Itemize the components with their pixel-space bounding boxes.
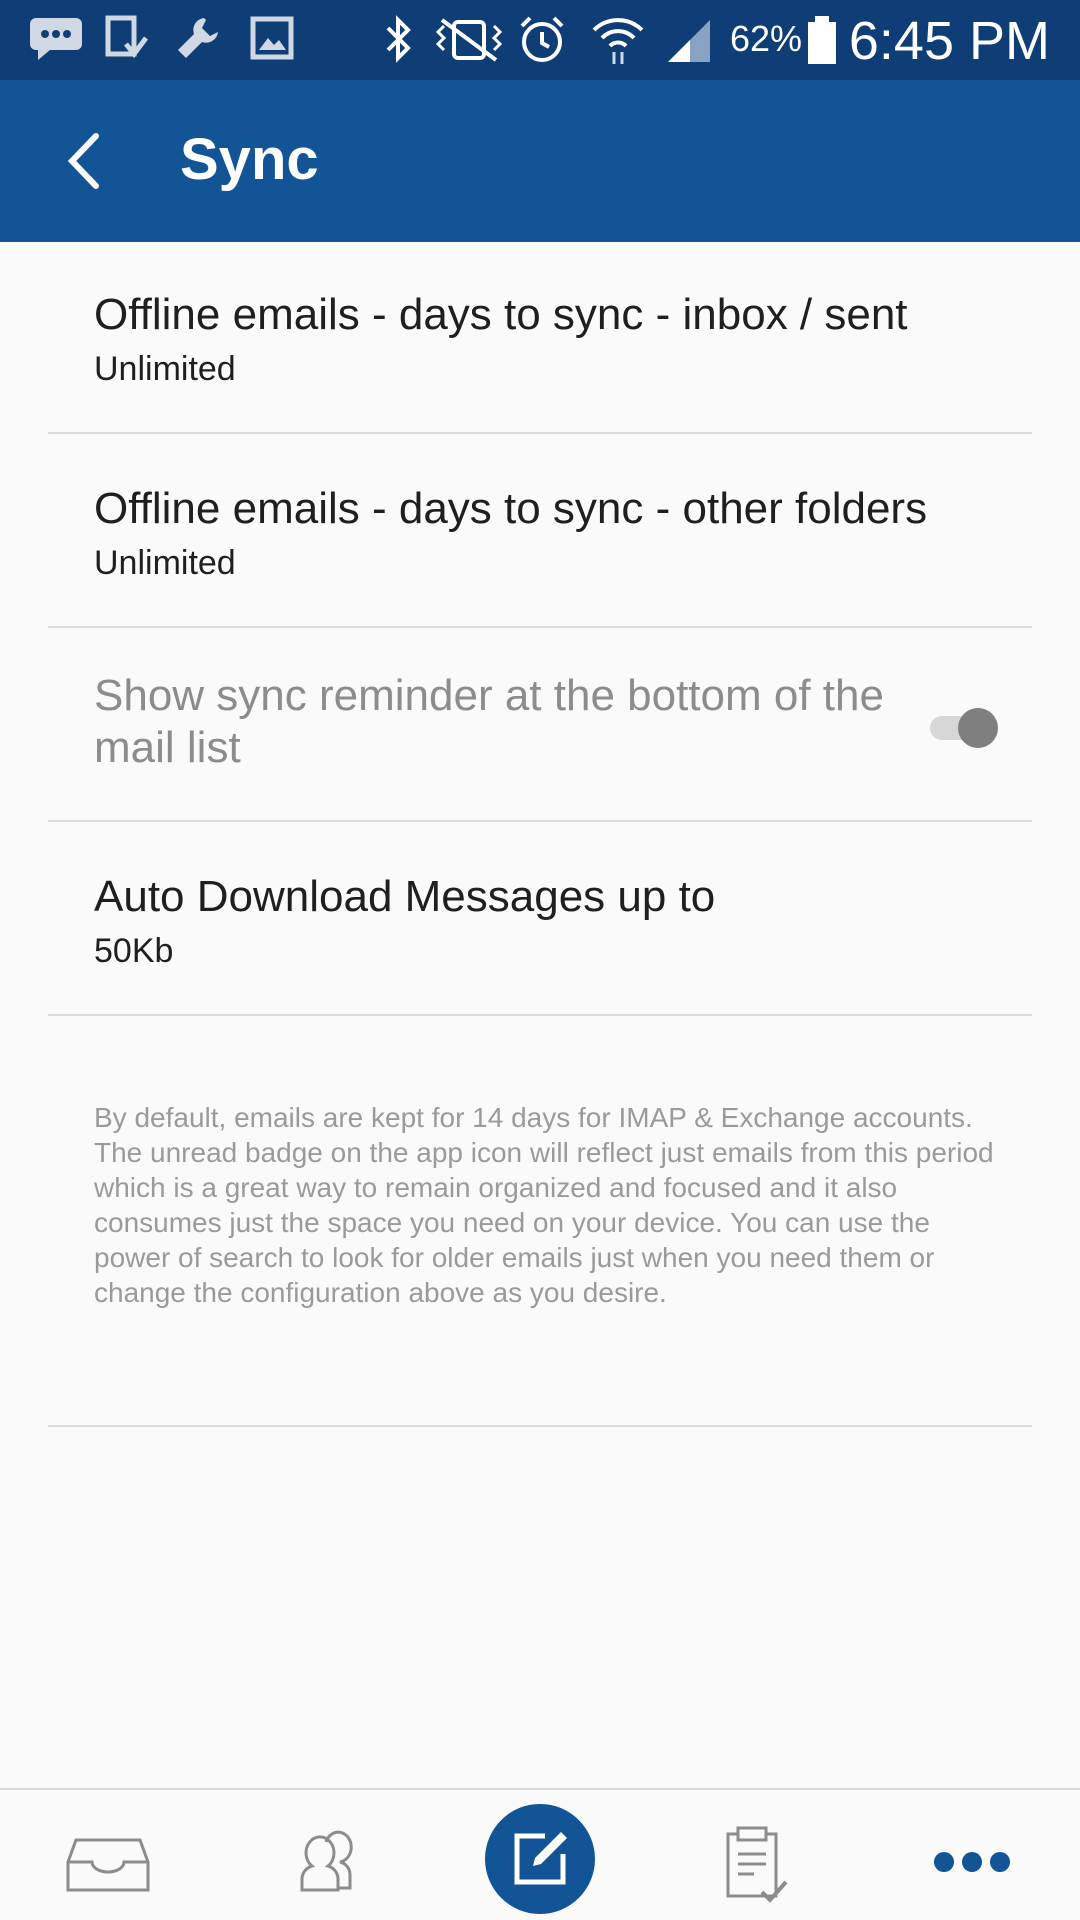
setting-title: Offline emails - days to sync - other fo… [94, 484, 928, 533]
nav-contacts-button[interactable] [272, 1812, 372, 1912]
battery-icon [808, 16, 836, 64]
sync-reminder-toggle[interactable] [930, 708, 1000, 748]
image-icon [250, 16, 294, 60]
download-notification-icon [105, 15, 148, 59]
contacts-icon [300, 1830, 353, 1892]
setting-days-to-sync-inbox-sent[interactable]: Offline emails - days to sync - inbox / … [48, 242, 1032, 434]
setting-value: Unlimited [94, 544, 236, 582]
setting-auto-download[interactable]: Auto Download Messages up to 50Kb [48, 824, 1032, 1016]
app-bar: Sync [0, 80, 1080, 242]
divider [48, 1425, 1032, 1427]
nav-more-button[interactable] [922, 1812, 1022, 1912]
setting-value: 50Kb [94, 932, 174, 970]
setting-title: Auto Download Messages up to [94, 872, 716, 921]
more-icon [934, 1852, 1010, 1872]
status-bar: 62% 6:45 PM [0, 0, 1080, 80]
setting-value: Unlimited [94, 350, 236, 388]
setting-days-to-sync-other-folders[interactable]: Offline emails - days to sync - other fo… [48, 436, 1032, 628]
clipboard-check-icon [726, 1826, 788, 1903]
back-button[interactable] [56, 126, 116, 196]
signal-icon [668, 20, 710, 62]
setting-title: Show sync reminder at the bottom of the … [94, 671, 884, 772]
vibrate-mute-icon [435, 18, 503, 62]
wifi-icon [592, 18, 644, 64]
page-title: Sync [180, 127, 319, 192]
wrench-icon [178, 18, 218, 58]
bottom-nav [0, 1788, 1080, 1920]
alarm-icon [520, 16, 564, 62]
setting-sync-reminder[interactable]: Show sync reminder at the bottom of the … [48, 630, 1032, 822]
sync-info-text: By default, emails are kept for 14 days … [94, 1102, 994, 1308]
nav-inbox-button[interactable] [58, 1812, 158, 1912]
compose-button[interactable] [485, 1804, 595, 1914]
message-notification-icon [30, 18, 82, 60]
chevron-left-icon [67, 133, 99, 189]
nav-tasks-button[interactable] [702, 1812, 802, 1912]
battery-percent: 62% [730, 18, 803, 59]
setting-title: Offline emails - days to sync - inbox / … [94, 290, 908, 339]
compose-icon [514, 1832, 567, 1885]
clock-time: 6:45 PM [848, 11, 1050, 71]
bluetooth-icon [386, 15, 411, 63]
inbox-icon [66, 1838, 150, 1892]
toggle-thumb [958, 708, 998, 748]
